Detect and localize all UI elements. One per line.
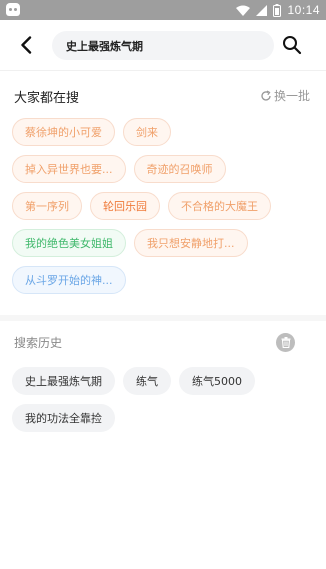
search-input-value: 史上最强炼气期 bbox=[66, 39, 143, 53]
clear-history-button[interactable] bbox=[276, 333, 295, 352]
hot-search-chip[interactable]: 蔡徐坤的小可爱 bbox=[12, 118, 115, 146]
history-chip[interactable]: 练气5000 bbox=[179, 367, 255, 395]
hot-search-chip[interactable]: 从斗罗开始的神... bbox=[12, 266, 126, 294]
chip-row: 蔡徐坤的小可爱 剑来 bbox=[12, 118, 312, 146]
hot-search-chip[interactable]: 剑来 bbox=[123, 118, 171, 146]
refresh-icon bbox=[261, 89, 271, 101]
status-bar: 10:14 bbox=[0, 0, 326, 20]
hot-search-title: 大家都在搜 bbox=[14, 91, 80, 106]
android-app-icon bbox=[6, 3, 20, 16]
chip-row: 从斗罗开始的神... bbox=[12, 266, 312, 294]
search-history-title: 搜索历史 bbox=[14, 336, 63, 350]
history-chip[interactable]: 练气 bbox=[123, 367, 171, 395]
wifi-icon bbox=[236, 5, 251, 16]
cellular-signal-icon bbox=[256, 4, 268, 16]
hot-search-chip[interactable]: 掉入异世界也要... bbox=[12, 155, 126, 183]
search-history-chips: 史上最强炼气期 练气 练气5000 我的功法全靠捡 bbox=[12, 367, 312, 441]
hot-search-chip[interactable]: 奇迹的召唤师 bbox=[133, 155, 226, 183]
search-input[interactable]: 史上最强炼气期 bbox=[52, 31, 274, 60]
history-chip[interactable]: 我的功法全靠捡 bbox=[12, 404, 115, 432]
refresh-button[interactable]: 换一批 bbox=[260, 87, 310, 104]
hot-search-chip[interactable]: 我只想安静地打... bbox=[134, 229, 248, 257]
chip-row: 掉入异世界也要... 奇迹的召唤师 bbox=[12, 155, 312, 183]
history-row: 我的功法全靠捡 bbox=[12, 404, 312, 432]
search-header: 史上最强炼气期 bbox=[0, 20, 326, 70]
refresh-label: 换一批 bbox=[273, 89, 310, 103]
hot-search-chip[interactable]: 我的绝色美女姐姐 bbox=[12, 229, 126, 257]
search-button[interactable] bbox=[278, 31, 306, 59]
hot-search-chip[interactable]: 第一序列 bbox=[12, 192, 82, 220]
status-time: 10:14 bbox=[287, 3, 320, 17]
status-icons: 10:14 bbox=[236, 0, 320, 20]
history-chip[interactable]: 史上最强炼气期 bbox=[12, 367, 115, 395]
back-button[interactable] bbox=[12, 31, 40, 59]
hot-search-chip[interactable]: 轮回乐园 bbox=[90, 192, 160, 220]
chip-row: 第一序列 轮回乐园 不合格的大魔王 bbox=[12, 192, 312, 220]
search-icon bbox=[283, 36, 302, 55]
section-divider bbox=[0, 315, 326, 321]
history-row: 史上最强炼气期 练气 练气5000 bbox=[12, 367, 312, 395]
hot-search-chip[interactable]: 不合格的大魔王 bbox=[168, 192, 271, 220]
battery-icon bbox=[273, 3, 282, 17]
header-divider bbox=[0, 70, 326, 71]
hot-search-chips: 蔡徐坤的小可爱 剑来 掉入异世界也要... 奇迹的召唤师 第一序列 轮回乐园 不… bbox=[12, 118, 312, 303]
chip-row: 我的绝色美女姐姐 我只想安静地打... bbox=[12, 229, 312, 257]
trash-icon bbox=[281, 337, 290, 348]
back-arrow-icon bbox=[21, 36, 32, 54]
